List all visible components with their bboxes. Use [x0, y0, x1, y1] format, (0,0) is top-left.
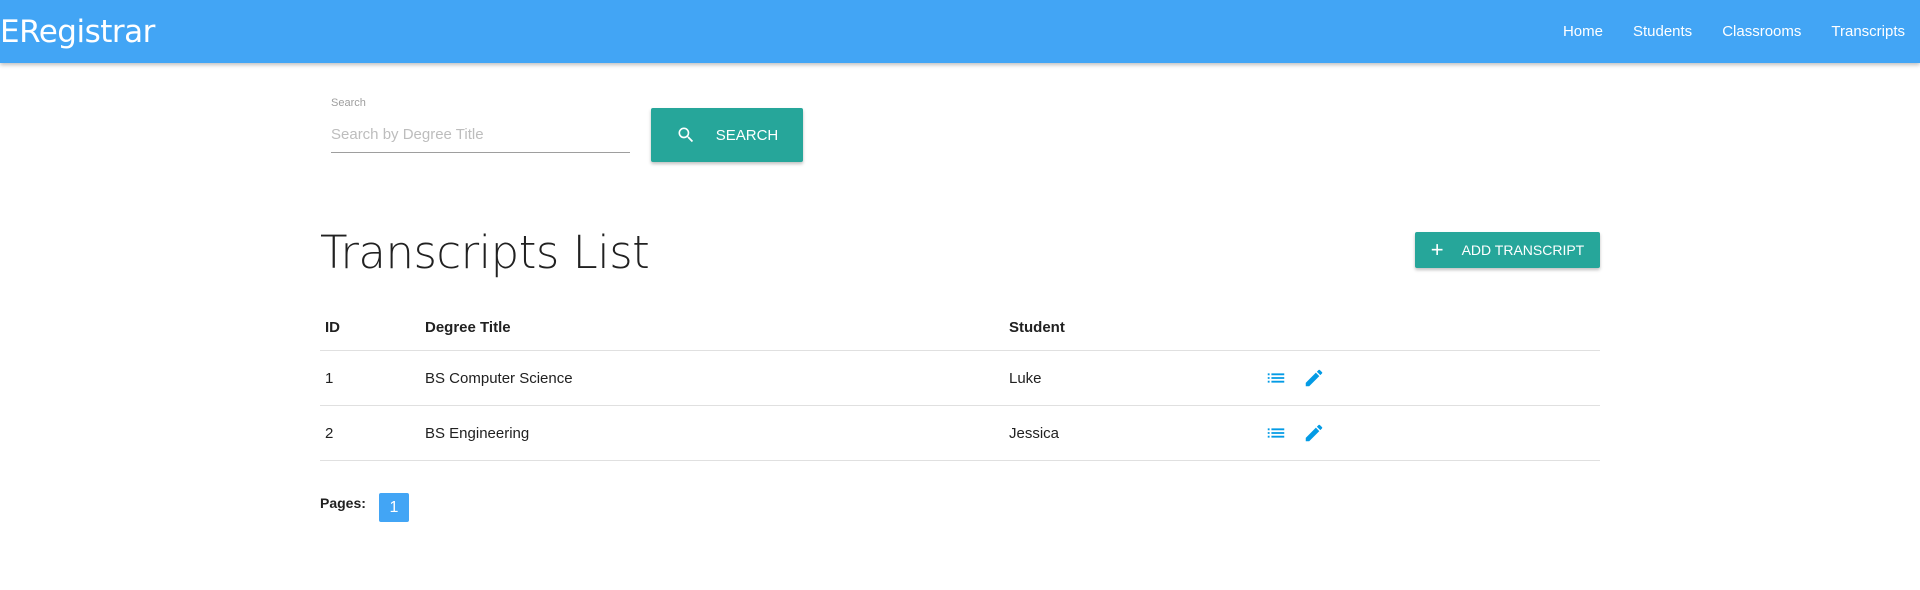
add-transcript-button[interactable]: + ADD TRANSCRIPT	[1415, 232, 1600, 268]
nav-link-classrooms[interactable]: Classrooms	[1722, 23, 1801, 40]
search-input[interactable]	[331, 117, 630, 153]
table-row: 2 BS Engineering Jessica	[320, 406, 1600, 461]
row-actions	[1265, 406, 1325, 460]
list-icon[interactable]	[1265, 367, 1287, 389]
search-button[interactable]: SEARCH	[651, 108, 803, 162]
plus-icon: +	[1430, 237, 1444, 262]
cell-degree-title: BS Engineering	[425, 424, 530, 442]
row-actions	[1265, 351, 1325, 405]
cell-id: 1	[325, 369, 334, 387]
nav-link-students[interactable]: Students	[1633, 23, 1692, 40]
brand-logo[interactable]: ERegistrar	[0, 14, 155, 50]
nav-link-home[interactable]: Home	[1563, 23, 1603, 40]
cell-degree-title: BS Computer Science	[425, 369, 573, 387]
search-icon	[676, 125, 696, 145]
column-header-student: Student	[1009, 319, 1065, 336]
navbar: ERegistrar Home Students Classrooms Tran…	[0, 0, 1920, 63]
nav-link-transcripts[interactable]: Transcripts	[1831, 23, 1905, 40]
table-header-row: ID Degree Title Student	[320, 305, 1600, 351]
edit-pencil-icon[interactable]	[1303, 367, 1325, 389]
cell-student: Luke	[1009, 369, 1042, 387]
add-transcript-button-label: ADD TRANSCRIPT	[1461, 242, 1585, 258]
pagination-label: Pages:	[320, 495, 366, 511]
transcripts-table: ID Degree Title Student 1 BS Computer Sc…	[320, 305, 1600, 461]
list-icon[interactable]	[1265, 422, 1287, 444]
cell-student: Jessica	[1009, 424, 1060, 442]
search-button-label: SEARCH	[715, 126, 779, 144]
nav-links: Home Students Classrooms Transcripts	[1533, 0, 1905, 63]
page-title: Transcripts List	[320, 226, 650, 279]
column-header-id: ID	[325, 319, 340, 336]
column-header-degree-title: Degree Title	[425, 319, 511, 336]
table-row: 1 BS Computer Science Luke	[320, 351, 1600, 406]
page-button-1[interactable]: 1	[379, 493, 409, 522]
search-label: Search	[331, 97, 366, 109]
cell-id: 2	[325, 424, 334, 442]
edit-pencil-icon[interactable]	[1303, 422, 1325, 444]
